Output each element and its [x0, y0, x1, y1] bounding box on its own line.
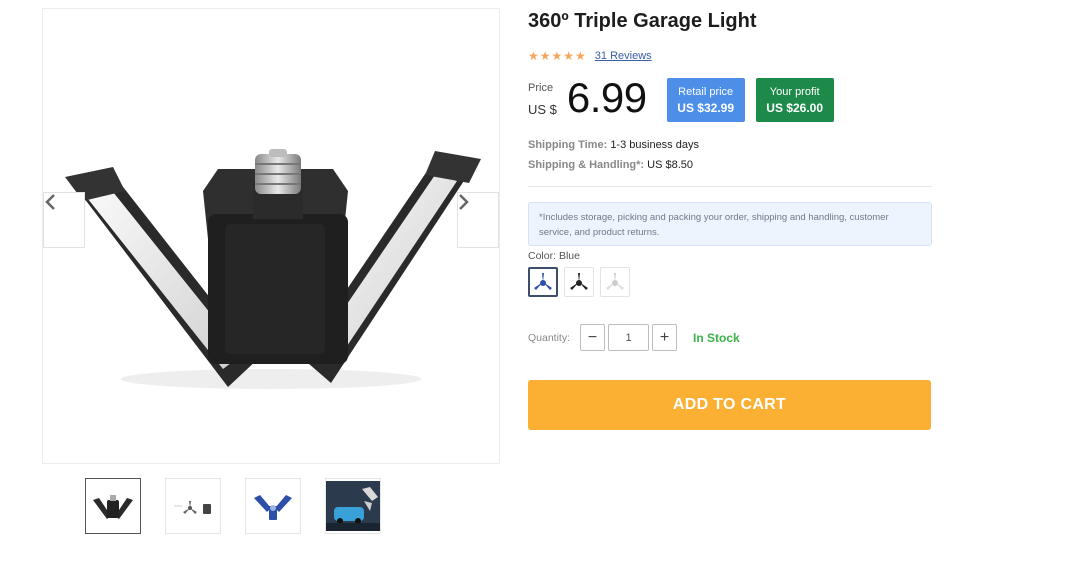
price-block: Price US $ 6.99 Retail price US $32.99 Y… — [528, 74, 834, 122]
white-light-swatch-icon — [606, 273, 624, 290]
chevron-left-icon — [45, 194, 55, 210]
color-label: Color: Blue — [528, 250, 580, 262]
reviews-link[interactable]: 31 Reviews — [595, 50, 652, 62]
quantity-label: Quantity: — [528, 331, 571, 344]
quantity-increase-button[interactable]: + — [652, 324, 677, 351]
swatch-white[interactable] — [600, 267, 630, 297]
thumbnail-2[interactable] — [165, 478, 221, 534]
rating-row: ★★★★★ 31 Reviews — [528, 49, 652, 63]
black-light-swatch-icon — [570, 273, 588, 290]
chevron-right-icon — [459, 194, 469, 210]
swatch-blue[interactable] — [528, 267, 558, 297]
product-title: 360º Triple Garage Light — [528, 10, 757, 32]
shipping-note: *Includes storage, picking and packing y… — [528, 202, 932, 246]
thumbnail-strip — [85, 478, 381, 534]
divider — [528, 186, 932, 187]
shipping-time: Shipping Time: 1-3 business days — [528, 139, 699, 151]
garage-light-image — [65, 149, 481, 389]
main-product-image — [42, 8, 500, 464]
add-to-cart-button[interactable]: ADD TO CART — [528, 380, 931, 430]
blue-light-swatch-icon — [534, 273, 552, 290]
blue-light-thumb — [254, 495, 292, 520]
swatch-black[interactable] — [564, 267, 594, 297]
color-label-value: Blue — [558, 250, 580, 262]
retail-price-label: Retail price — [678, 86, 734, 98]
shipping-time-label: Shipping Time: — [528, 139, 608, 151]
profit-value: US $26.00 — [766, 101, 824, 115]
shipping-handling-value: US $8.50 — [647, 159, 694, 171]
quantity-row: Quantity: − 1 + In Stock — [528, 324, 740, 351]
shipping-time-value: 1-3 business days — [610, 139, 699, 151]
thumbnail-3[interactable] — [245, 478, 301, 534]
lifestyle-photo-thumb — [326, 481, 380, 531]
gallery-next-button[interactable] — [457, 192, 499, 248]
price-value: 6.99 — [566, 74, 647, 121]
price-currency: US $ — [528, 102, 557, 117]
retail-price-value: US $32.99 — [677, 101, 735, 115]
shipping-handling-label: Shipping & Handling*: — [528, 159, 645, 171]
quantity-decrease-button[interactable]: − — [580, 324, 605, 351]
stock-status: In Stock — [693, 330, 740, 345]
quantity-input[interactable]: 1 — [608, 324, 649, 351]
star-rating-icon: ★★★★★ — [528, 49, 587, 63]
profit-label: Your profit — [769, 86, 820, 98]
garage-light-thumb — [93, 495, 133, 519]
gallery-prev-button[interactable] — [43, 192, 85, 248]
retail-price-badge: Retail price US $32.99 — [666, 78, 745, 122]
thumbnail-4[interactable] — [325, 478, 381, 534]
color-label-key: Color: — [528, 250, 557, 262]
thumbnail-1[interactable] — [85, 478, 141, 534]
profit-badge: Your profit US $26.00 — [755, 78, 834, 122]
color-swatches — [528, 267, 630, 297]
product-views-thumb — [174, 501, 211, 514]
shipping-handling: Shipping & Handling*: US $8.50 — [528, 159, 693, 171]
price-label: Price — [528, 82, 554, 94]
